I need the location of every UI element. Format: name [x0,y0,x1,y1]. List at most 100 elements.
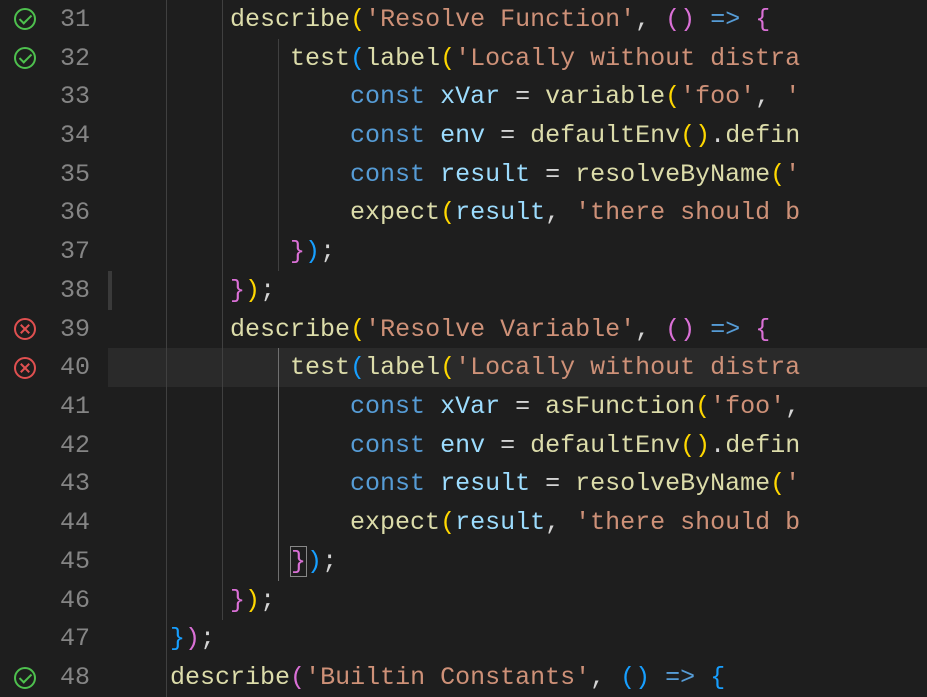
token-paren-purple: ) [680,315,695,344]
test-pass-icon[interactable] [14,47,36,69]
test-fail-icon[interactable] [14,357,36,379]
indent-guide [166,0,167,39]
gutter-status-cell[interactable] [0,357,50,379]
indent-guide [222,77,223,116]
code-line[interactable]: const env = defaultEnv().defin [108,116,927,155]
token-keyword: => [665,663,695,692]
token-default: , [635,315,665,344]
token-string: 'Locally without distra [455,353,800,382]
indent-guide [166,387,167,426]
indent-guide [166,581,167,620]
code-line[interactable]: describe('Resolve Variable', () => { [108,310,927,349]
code-line[interactable]: expect(result, 'there should b [108,503,927,542]
line-number[interactable]: 36 [50,198,108,227]
token-paren-yellow: ( [350,315,365,344]
token-paren-purple: ( [665,5,680,34]
code-line[interactable]: }); [108,620,927,659]
code-line[interactable]: }); [108,581,927,620]
line-number[interactable]: 42 [50,431,108,460]
line-number[interactable]: 41 [50,392,108,421]
token-keyword: const [350,82,425,111]
indent-guide [278,542,279,581]
token-paren-purple: ( [665,315,680,344]
token-var: result [455,198,545,227]
code-line[interactable]: }); [108,232,927,271]
token-keyword: => [710,5,740,34]
token-paren-yellow: ( [350,5,365,34]
token-default [695,315,710,344]
token-default [695,5,710,34]
line-number[interactable]: 39 [50,315,108,344]
indent-guide [222,271,223,310]
code-line[interactable]: const result = resolveByName(' [108,465,927,504]
line-number[interactable]: 34 [50,121,108,150]
line-number[interactable]: 48 [50,663,108,692]
line-number[interactable]: 37 [50,237,108,266]
code-line[interactable]: const xVar = asFunction('foo', [108,387,927,426]
token-default: = [530,160,575,189]
line-number[interactable]: 40 [50,353,108,382]
line-number[interactable]: 32 [50,44,108,73]
code-line[interactable]: }); [108,271,927,310]
token-paren-yellow: ) [245,276,260,305]
test-pass-icon[interactable] [14,8,36,30]
token-string: ' [785,160,800,189]
token-func: test [290,44,350,73]
line-number[interactable]: 46 [50,586,108,615]
code-line[interactable]: const result = resolveByName(' [108,155,927,194]
code-line[interactable]: const env = defaultEnv().defin [108,426,927,465]
line-number[interactable]: 38 [50,276,108,305]
token-string: 'foo' [710,392,785,421]
token-default [425,82,440,111]
indent-guide [278,116,279,155]
code-editor[interactable]: 31 32 33 34 35 36 37 38 39 40 41 42 43 44 45 46 47 48 des… [0,0,927,697]
test-pass-icon[interactable] [14,667,36,689]
token-default [425,121,440,150]
token-string: 'there should b [575,198,800,227]
token-var: xVar [440,392,500,421]
gutter-status-cell[interactable] [0,8,50,30]
token-string: ' [785,82,800,111]
token-default: = [500,392,545,421]
line-number[interactable]: 45 [50,547,108,576]
token-paren-yellow: ( [440,353,455,382]
token-paren-purple: { [755,315,770,344]
token-var: xVar [440,82,500,111]
token-string: ' [785,469,800,498]
token-paren-blue: } [170,624,185,653]
code-line[interactable]: describe('Builtin Constants', () => { [108,658,927,697]
test-fail-icon[interactable] [14,318,36,340]
indent-guide [166,271,167,310]
line-number[interactable]: 44 [50,508,108,537]
code-area[interactable]: describe('Resolve Function', () => { tes… [108,0,927,697]
code-line[interactable]: test(label('Locally without distra [108,348,927,387]
indent-guide [222,310,223,349]
token-var: result [455,508,545,537]
gutter: 31 32 33 34 35 36 37 38 39 40 41 42 43 44 45 46 47 48 [0,0,108,697]
line-number[interactable]: 35 [50,160,108,189]
gutter-status-cell[interactable] [0,667,50,689]
gutter-status-cell[interactable] [0,318,50,340]
token-paren-blue: ( [350,353,365,382]
line-number[interactable]: 31 [50,5,108,34]
code-line[interactable]: describe('Resolve Function', () => { [108,0,927,39]
indent-guide [166,39,167,78]
token-default: . [710,121,725,150]
token-string: 'Locally without distra [455,44,800,73]
token-default: , [590,663,620,692]
indent-guide [166,503,167,542]
token-default: ; [260,586,275,615]
line-number[interactable]: 43 [50,469,108,498]
token-var: result [440,160,530,189]
line-number[interactable]: 47 [50,624,108,653]
code-line[interactable]: }); [108,542,927,581]
token-default: = [485,121,530,150]
token-default: , [785,392,800,421]
gutter-status-cell[interactable] [0,47,50,69]
token-default: = [500,82,545,111]
code-line[interactable]: test(label('Locally without distra [108,39,927,78]
code-line[interactable]: const xVar = variable('foo', ' [108,77,927,116]
code-line[interactable]: expect(result, 'there should b [108,194,927,233]
line-number[interactable]: 33 [50,82,108,111]
token-paren-yellow: ) [245,586,260,615]
